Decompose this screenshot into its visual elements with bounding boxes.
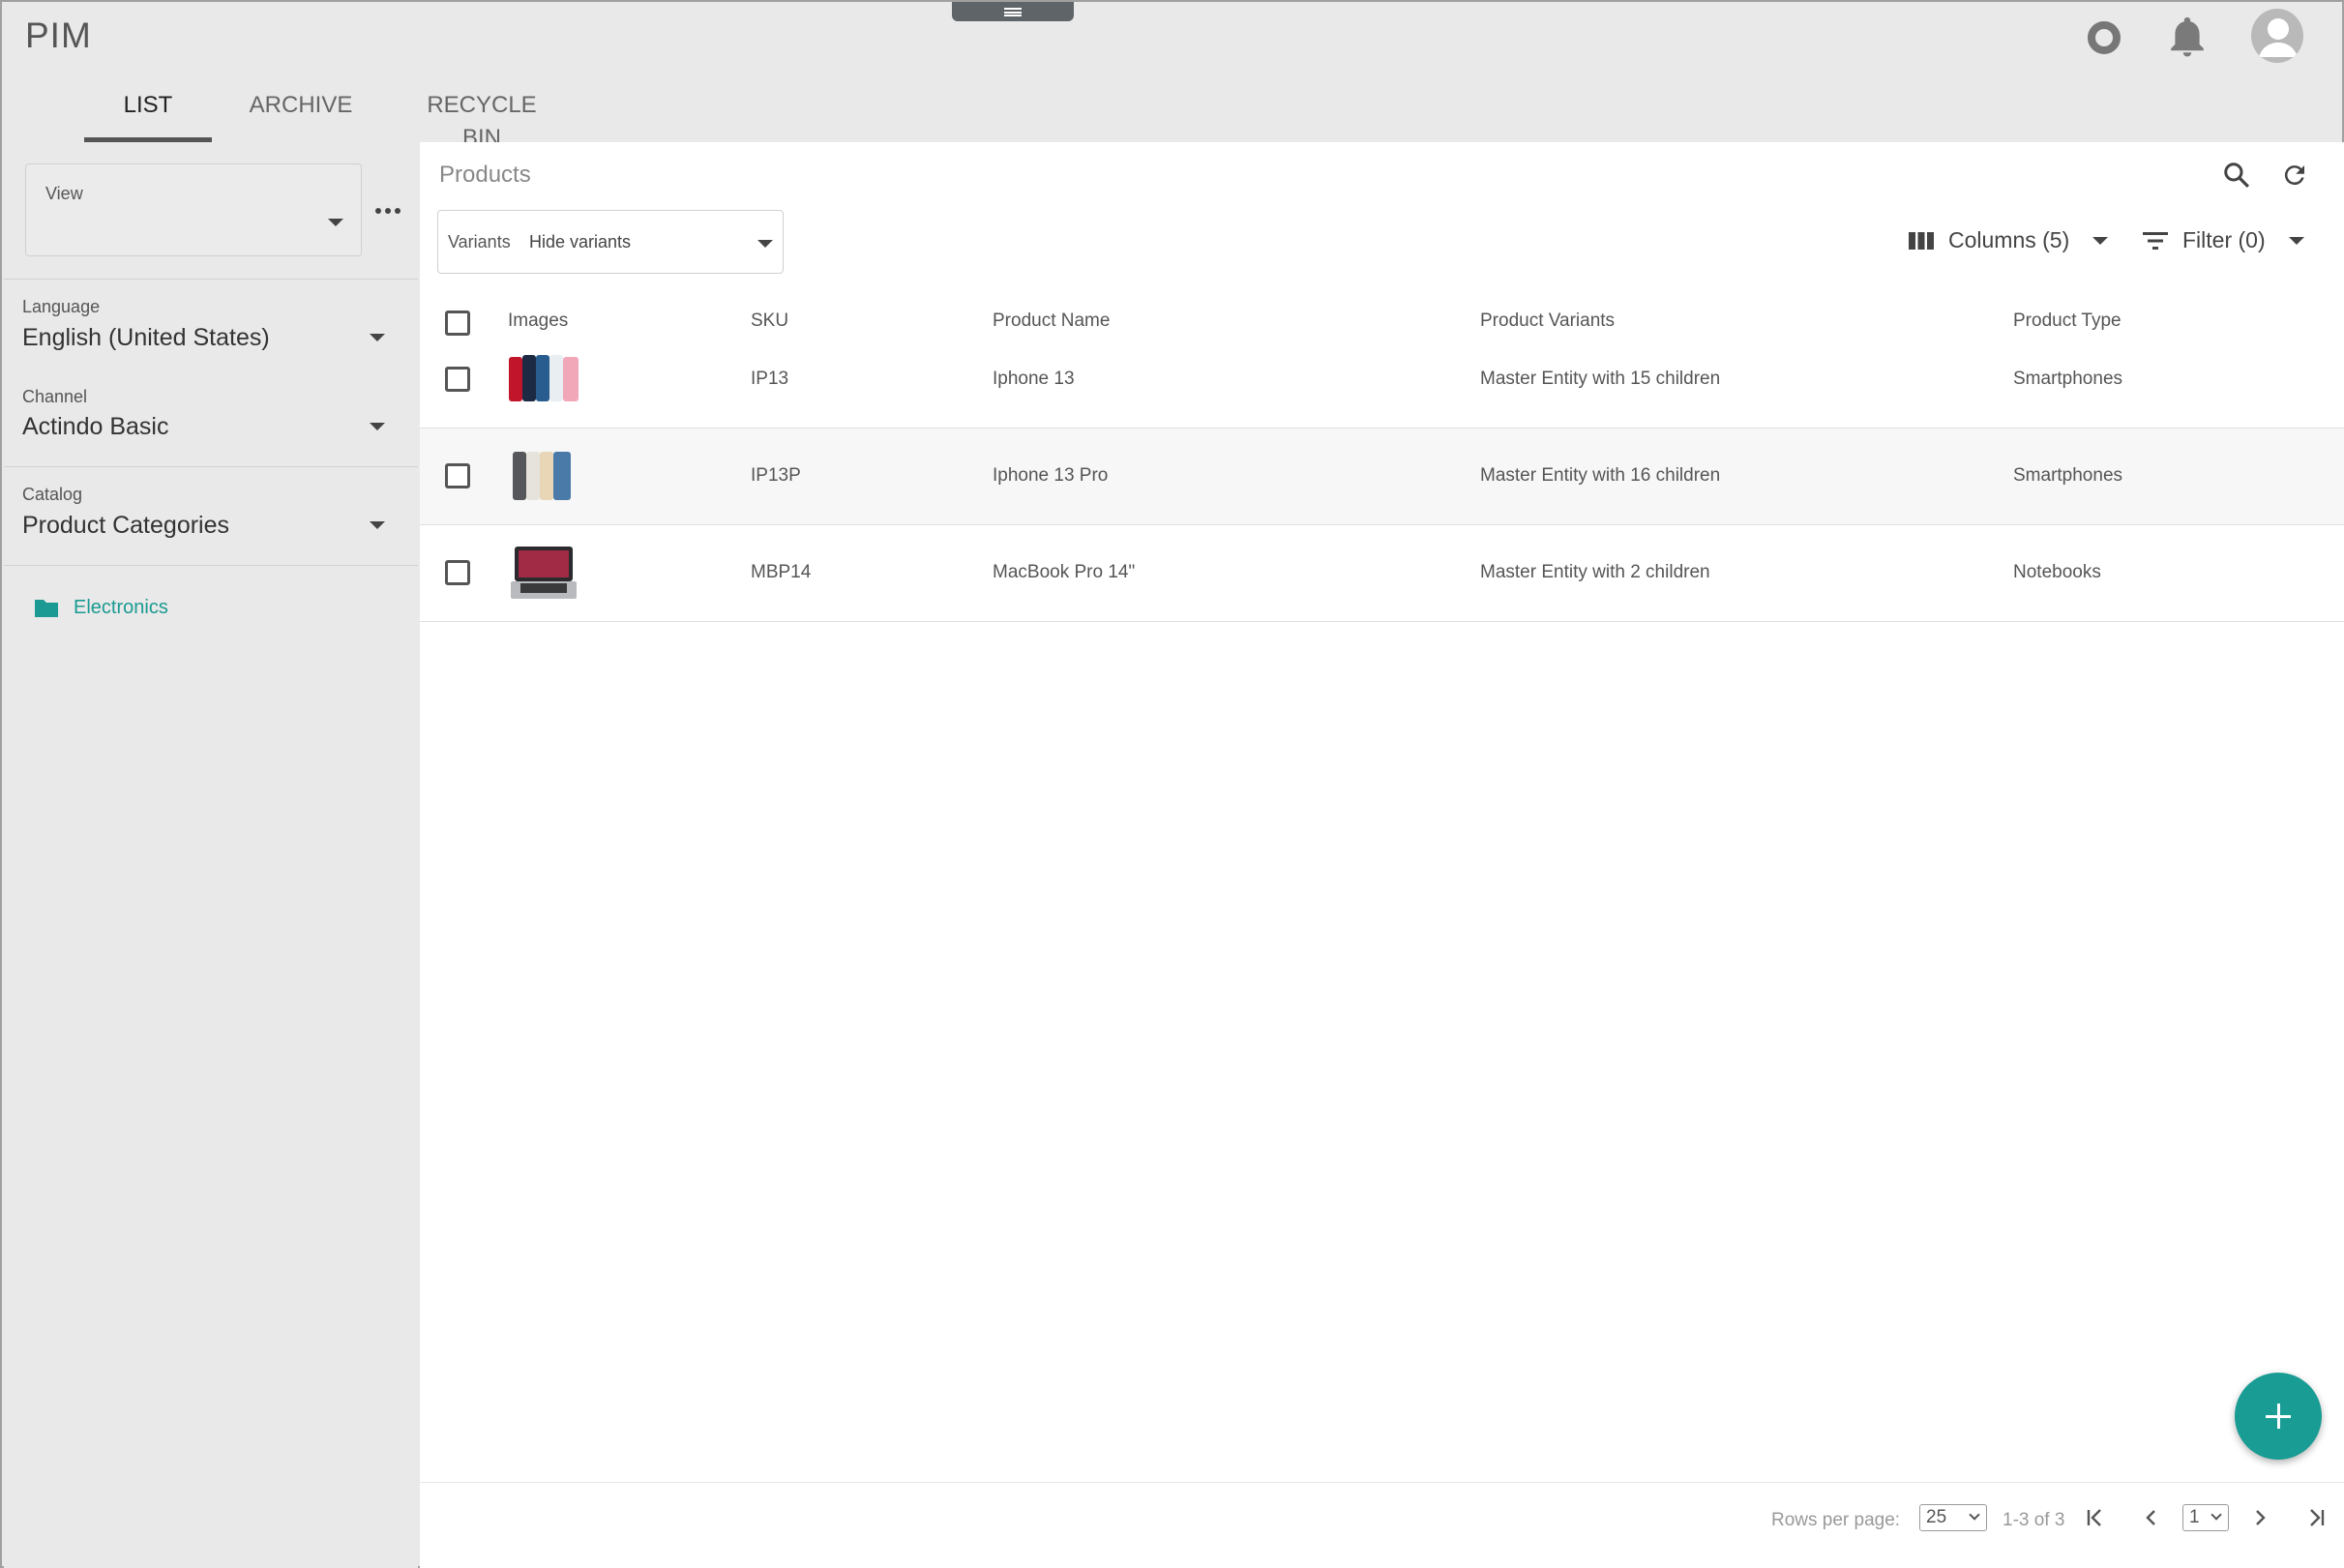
variants-label: Variants	[448, 232, 511, 251]
page-title: Products	[439, 162, 531, 188]
view-label: View	[45, 184, 83, 203]
rows-per-page-label: Rows per page:	[1771, 1510, 1901, 1530]
page-select[interactable]: 1	[2182, 1504, 2229, 1531]
product-thumbnail	[509, 355, 579, 401]
last-page-icon	[2310, 1509, 2325, 1526]
table-row[interactable]: MBP14 MacBook Pro 14" Master Entity with…	[420, 525, 2344, 622]
cell-sku: IP13	[751, 369, 789, 389]
divider	[4, 279, 418, 280]
columns-button[interactable]: Columns (5)	[1908, 227, 2109, 253]
filter-button[interactable]: Filter (0)	[2142, 227, 2304, 253]
sidebar: View Language English (United States) Ch…	[4, 142, 418, 1568]
app-window: PIM LIST ARCHIVE RECYCLE BIN View Langua…	[0, 0, 2344, 1568]
column-header-sku[interactable]: SKU	[751, 311, 788, 332]
rows-per-page-select[interactable]: 25	[1919, 1504, 1987, 1531]
column-header-product-name[interactable]: Product Name	[993, 311, 1110, 332]
product-thumbnail	[511, 547, 577, 599]
catalog-value: Product Categories	[22, 512, 230, 539]
status-ring-button[interactable]	[2078, 12, 2130, 64]
column-header-product-type[interactable]: Product Type	[2013, 311, 2121, 332]
cell-product-name: MacBook Pro 14"	[993, 562, 1136, 582]
cell-product-name: Iphone 13 Pro	[993, 465, 1109, 486]
row-checkbox[interactable]	[445, 463, 470, 488]
caret-down-icon	[757, 240, 773, 248]
divider	[420, 1482, 2344, 1483]
columns-label: Columns (5)	[1948, 227, 2070, 252]
search-button[interactable]	[2217, 156, 2256, 194]
add-product-button[interactable]	[2235, 1373, 2322, 1460]
first-page-icon	[2087, 1509, 2101, 1526]
column-header-product-variants[interactable]: Product Variants	[1480, 311, 1615, 332]
cell-product-type: Notebooks	[2013, 562, 2101, 582]
search-icon	[2224, 163, 2250, 189]
caret-down-icon	[328, 219, 343, 226]
ring-icon	[2088, 21, 2121, 54]
caret-down-icon	[2288, 236, 2304, 245]
page-value: 1	[2189, 1507, 2200, 1527]
more-options-icon[interactable]	[375, 208, 401, 214]
chevron-right-icon	[2256, 1510, 2266, 1525]
refresh-button[interactable]	[2275, 156, 2314, 194]
rows-per-page-value: 25	[1926, 1507, 1947, 1527]
cell-product-variants: Master Entity with 2 children	[1480, 562, 1710, 582]
tab-archive[interactable]: ARCHIVE	[241, 89, 361, 143]
refresh-icon	[2284, 165, 2304, 186]
cell-product-type: Smartphones	[2013, 465, 2123, 486]
filter-icon	[2143, 231, 2168, 250]
caret-down-icon	[370, 423, 385, 430]
row-checkbox[interactable]	[445, 367, 470, 392]
chevron-down-icon	[2210, 1509, 2222, 1521]
page-range: 1-3 of 3	[2003, 1510, 2065, 1530]
row-checkbox[interactable]	[445, 560, 470, 585]
chevron-down-icon	[1969, 1509, 1980, 1521]
caret-down-icon	[370, 334, 385, 341]
table-row[interactable]: IP13P Iphone 13 Pro Master Entity with 1…	[420, 429, 2344, 525]
view-select[interactable]: View	[25, 163, 362, 256]
catalog-label: Catalog	[22, 485, 83, 504]
columns-icon	[1909, 231, 1934, 250]
table-row[interactable]: IP13 Iphone 13 Master Entity with 15 chi…	[420, 332, 2344, 429]
cell-sku: IP13P	[751, 465, 801, 486]
hamburger-icon	[1004, 7, 1022, 16]
column-header-images[interactable]: Images	[508, 311, 568, 332]
channel-label: Channel	[22, 387, 88, 406]
tab-list[interactable]: LIST	[84, 89, 212, 143]
notifications-button[interactable]	[2161, 12, 2213, 64]
plus-icon	[2266, 1404, 2291, 1429]
main-panel: Products Variants Hide variants Columns …	[420, 142, 2344, 1568]
app-title: PIM	[25, 15, 92, 55]
menu-toggle-button[interactable]	[952, 2, 1074, 21]
cell-product-variants: Master Entity with 15 children	[1480, 369, 1721, 389]
cell-product-variants: Master Entity with 16 children	[1480, 465, 1721, 486]
previous-page-button[interactable]	[2136, 1502, 2167, 1533]
chevron-left-icon	[2146, 1510, 2155, 1525]
cell-product-type: Smartphones	[2013, 369, 2123, 389]
avatar	[2251, 9, 2303, 63]
bell-icon	[2171, 17, 2204, 57]
variants-select[interactable]: Variants Hide variants	[437, 210, 784, 274]
divider	[4, 565, 418, 566]
tree-item-label: Electronics	[74, 597, 168, 618]
tab-recycle-bin[interactable]: RECYCLE BIN	[407, 89, 556, 151]
channel-value: Actindo Basic	[22, 413, 169, 440]
user-menu-button[interactable]	[2251, 9, 2303, 63]
user-icon	[2259, 18, 2298, 57]
tree-item-electronics[interactable]: Electronics	[33, 597, 168, 619]
language-value: English (United States)	[22, 324, 270, 351]
filter-label: Filter (0)	[2182, 227, 2266, 252]
caret-down-icon	[370, 521, 385, 529]
divider	[4, 466, 418, 467]
last-page-button[interactable]	[2300, 1502, 2331, 1533]
product-thumbnail	[513, 452, 571, 500]
language-label: Language	[22, 297, 101, 316]
folder-icon	[35, 599, 58, 617]
variants-value: Hide variants	[529, 232, 632, 251]
cell-product-name: Iphone 13	[993, 369, 1075, 389]
caret-down-icon	[2092, 236, 2109, 245]
next-page-button[interactable]	[2244, 1502, 2275, 1533]
first-page-button[interactable]	[2080, 1502, 2111, 1533]
tab-bar: LIST ARCHIVE RECYCLE BIN	[84, 89, 556, 151]
cell-sku: MBP14	[751, 562, 812, 582]
